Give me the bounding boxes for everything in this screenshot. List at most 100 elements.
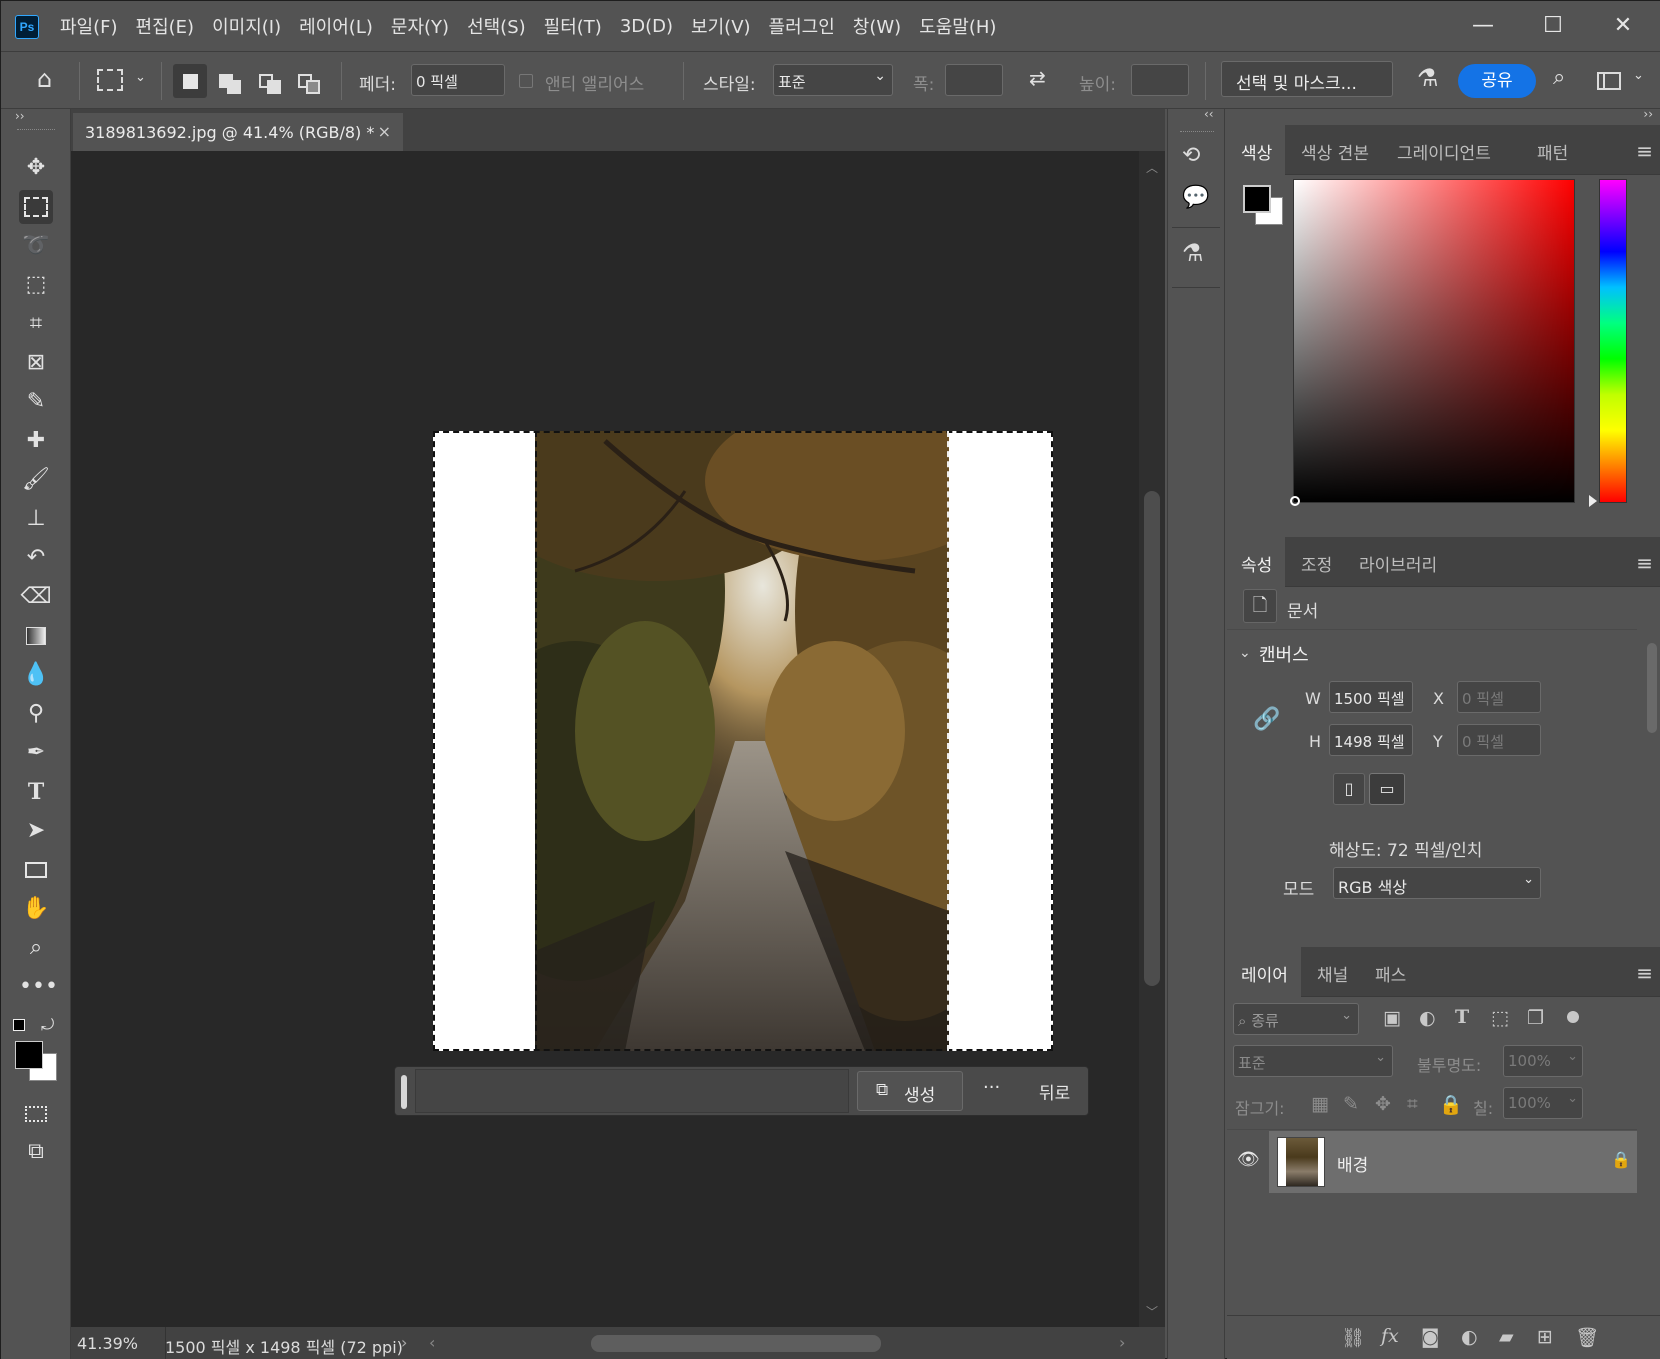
close-tab-icon[interactable]: ×	[378, 122, 391, 141]
vertical-scroll-thumb[interactable]	[1144, 491, 1160, 986]
expand-panels-icon[interactable]: ››	[1643, 107, 1653, 121]
portrait-orientation-icon[interactable]: ▯	[1333, 773, 1365, 805]
link-icon[interactable]: 🔗	[1253, 707, 1280, 732]
flask-icon[interactable]: ⚗	[1417, 64, 1439, 92]
scroll-right-icon[interactable]: ›	[1119, 1333, 1125, 1352]
swap-colors-icon[interactable]: ⤾	[41, 1015, 54, 1035]
close-window-button[interactable]: ✕	[1603, 11, 1643, 41]
filter-type-icon[interactable]: T	[1455, 1006, 1469, 1028]
menu-window[interactable]: 창(W)	[844, 13, 910, 39]
canvas-section-title[interactable]: 캔버스	[1259, 641, 1309, 667]
filter-smart-object-icon[interactable]: ❐	[1527, 1007, 1544, 1029]
menu-edit[interactable]: 편집(E)	[127, 13, 204, 39]
color-field[interactable]	[1290, 179, 1575, 506]
color-picker-marker[interactable]	[1290, 496, 1300, 506]
marquee-preset-icon[interactable]	[97, 69, 123, 91]
menu-plugins[interactable]: 플러그인	[760, 13, 844, 39]
crop-tool-icon[interactable]: ⌗	[19, 307, 53, 341]
blend-mode-select[interactable]: 표준 ⌄	[1233, 1045, 1393, 1077]
menu-image[interactable]: 이미지(I)	[203, 13, 290, 39]
layer-row[interactable]: 배경 🔒	[1269, 1131, 1637, 1193]
lock-pixels-icon[interactable]: ✎	[1343, 1093, 1359, 1115]
lock-artboard-icon[interactable]: ⌗	[1407, 1093, 1418, 1115]
hue-slider-handle[interactable]	[1589, 495, 1597, 507]
swap-icon[interactable]: ⇄	[1029, 66, 1046, 90]
tab-adjustments[interactable]: 조정	[1301, 551, 1332, 576]
canvas-y-input[interactable]: 0 픽셀	[1457, 724, 1541, 756]
group-folder-icon[interactable]: ▰	[1499, 1326, 1514, 1348]
chevron-down-icon[interactable]: ⌄	[135, 70, 146, 85]
foreground-color-chip[interactable]	[1243, 185, 1271, 213]
visibility-toggle[interactable]: 👁	[1227, 1131, 1269, 1193]
tab-properties[interactable]: 속성	[1241, 551, 1272, 576]
history-panel-icon[interactable]: ⟲	[1182, 143, 1200, 168]
prompt-input[interactable]	[415, 1069, 849, 1113]
tab-swatches[interactable]: 색상 견본	[1301, 139, 1369, 164]
trash-icon[interactable]: 🗑	[1575, 1326, 1599, 1349]
flask-panel-icon[interactable]: ⚗	[1182, 239, 1204, 267]
new-layer-icon[interactable]: ⊞	[1537, 1326, 1553, 1348]
menu-file[interactable]: 파일(F)	[51, 13, 127, 39]
add-mask-icon[interactable]: ◙	[1421, 1326, 1439, 1348]
select-and-mask-button[interactable]: 선택 및 마스크...	[1221, 61, 1393, 97]
antialias-checkbox[interactable]	[519, 74, 533, 88]
tab-patterns[interactable]: 패턴	[1537, 139, 1568, 164]
object-selection-tool-icon[interactable]: ⬚	[19, 268, 53, 302]
hue-slider[interactable]	[1599, 179, 1627, 503]
feather-input[interactable]: 0 픽셀	[411, 64, 505, 96]
more-options-button[interactable]: ···	[983, 1077, 1000, 1098]
horizontal-scroll-thumb[interactable]	[591, 1335, 881, 1352]
clone-stamp-tool-icon[interactable]: ⊥	[19, 502, 53, 536]
move-tool-icon[interactable]: ✥	[19, 151, 53, 185]
marquee-tool-icon[interactable]	[19, 190, 53, 224]
link-layers-icon[interactable]: ⛓	[1341, 1326, 1365, 1349]
menu-help[interactable]: 도움말(H)	[910, 13, 1005, 39]
home-icon[interactable]: ⌂	[37, 65, 52, 93]
back-button[interactable]: 뒤로	[1039, 1079, 1070, 1104]
menu-layer[interactable]: 레이어(L)	[290, 13, 382, 39]
lock-transparent-icon[interactable]: ▦	[1311, 1093, 1329, 1115]
lock-position-icon[interactable]: ✥	[1375, 1093, 1391, 1115]
canvas-height-input[interactable]: 1498 픽셀	[1329, 724, 1413, 756]
blur-tool-icon[interactable]: 💧	[19, 658, 53, 692]
collapse-icon[interactable]: ‹‹	[1204, 107, 1214, 121]
panel-menu-icon[interactable]: ≡	[1636, 961, 1653, 985]
tab-layers[interactable]: 레이어	[1241, 961, 1288, 986]
type-tool-icon[interactable]: T	[19, 775, 53, 809]
new-selection-button[interactable]	[173, 64, 207, 98]
color-mode-select[interactable]: RGB 색상 ⌄	[1333, 867, 1541, 899]
share-button[interactable]: 공유	[1458, 64, 1536, 98]
panel-menu-icon[interactable]: ≡	[1636, 139, 1653, 163]
document-size-info[interactable]: 1500 픽셀 x 1498 픽셀 (72 ppi)	[165, 1334, 403, 1358]
lasso-tool-icon[interactable]: ➰	[19, 229, 53, 263]
frame-tool-icon[interactable]: ⊠	[19, 346, 53, 380]
eyedropper-tool-icon[interactable]: ✎	[19, 385, 53, 419]
hand-tool-icon[interactable]: ✋	[19, 892, 53, 926]
lock-icon[interactable]: 🔒	[1611, 1150, 1631, 1169]
lock-all-icon[interactable]: 🔒	[1439, 1093, 1463, 1116]
properties-scrollbar[interactable]	[1645, 633, 1657, 893]
generate-button[interactable]: ⧉ 생성	[857, 1071, 963, 1111]
zoom-tool-icon[interactable]: ⌕	[19, 931, 53, 965]
rectangle-tool-icon[interactable]	[19, 853, 53, 887]
filter-adjustment-icon[interactable]: ◐	[1419, 1007, 1436, 1029]
path-selection-tool-icon[interactable]: ➤	[19, 814, 53, 848]
healing-brush-tool-icon[interactable]: ✚	[19, 424, 53, 458]
filter-shape-icon[interactable]: ⬚	[1491, 1007, 1509, 1029]
panel-menu-icon[interactable]: ≡	[1636, 551, 1653, 575]
more-tools-icon[interactable]: •••	[19, 970, 58, 1004]
scroll-up-icon[interactable]: ︿	[1146, 159, 1158, 176]
document-tab[interactable]: 3189813692.jpg @ 41.4% (RGB/8) * ×	[73, 113, 403, 151]
brush-tool-icon[interactable]: 🖌	[19, 463, 53, 497]
pen-tool-icon[interactable]: ✒	[19, 736, 53, 770]
default-colors-icon[interactable]	[13, 1019, 25, 1031]
history-brush-tool-icon[interactable]: ↶	[19, 541, 53, 575]
quick-mask-icon[interactable]	[19, 1097, 53, 1131]
tab-paths[interactable]: 패스	[1375, 961, 1406, 986]
filter-toggle[interactable]	[1567, 1011, 1579, 1023]
drag-handle[interactable]	[401, 1075, 407, 1109]
minimize-button[interactable]: —	[1463, 11, 1503, 41]
tab-gradients[interactable]: 그레이디언트	[1397, 139, 1491, 164]
comments-panel-icon[interactable]: 💬	[1182, 185, 1209, 210]
fill-input[interactable]: 100% ⌄	[1503, 1087, 1583, 1119]
